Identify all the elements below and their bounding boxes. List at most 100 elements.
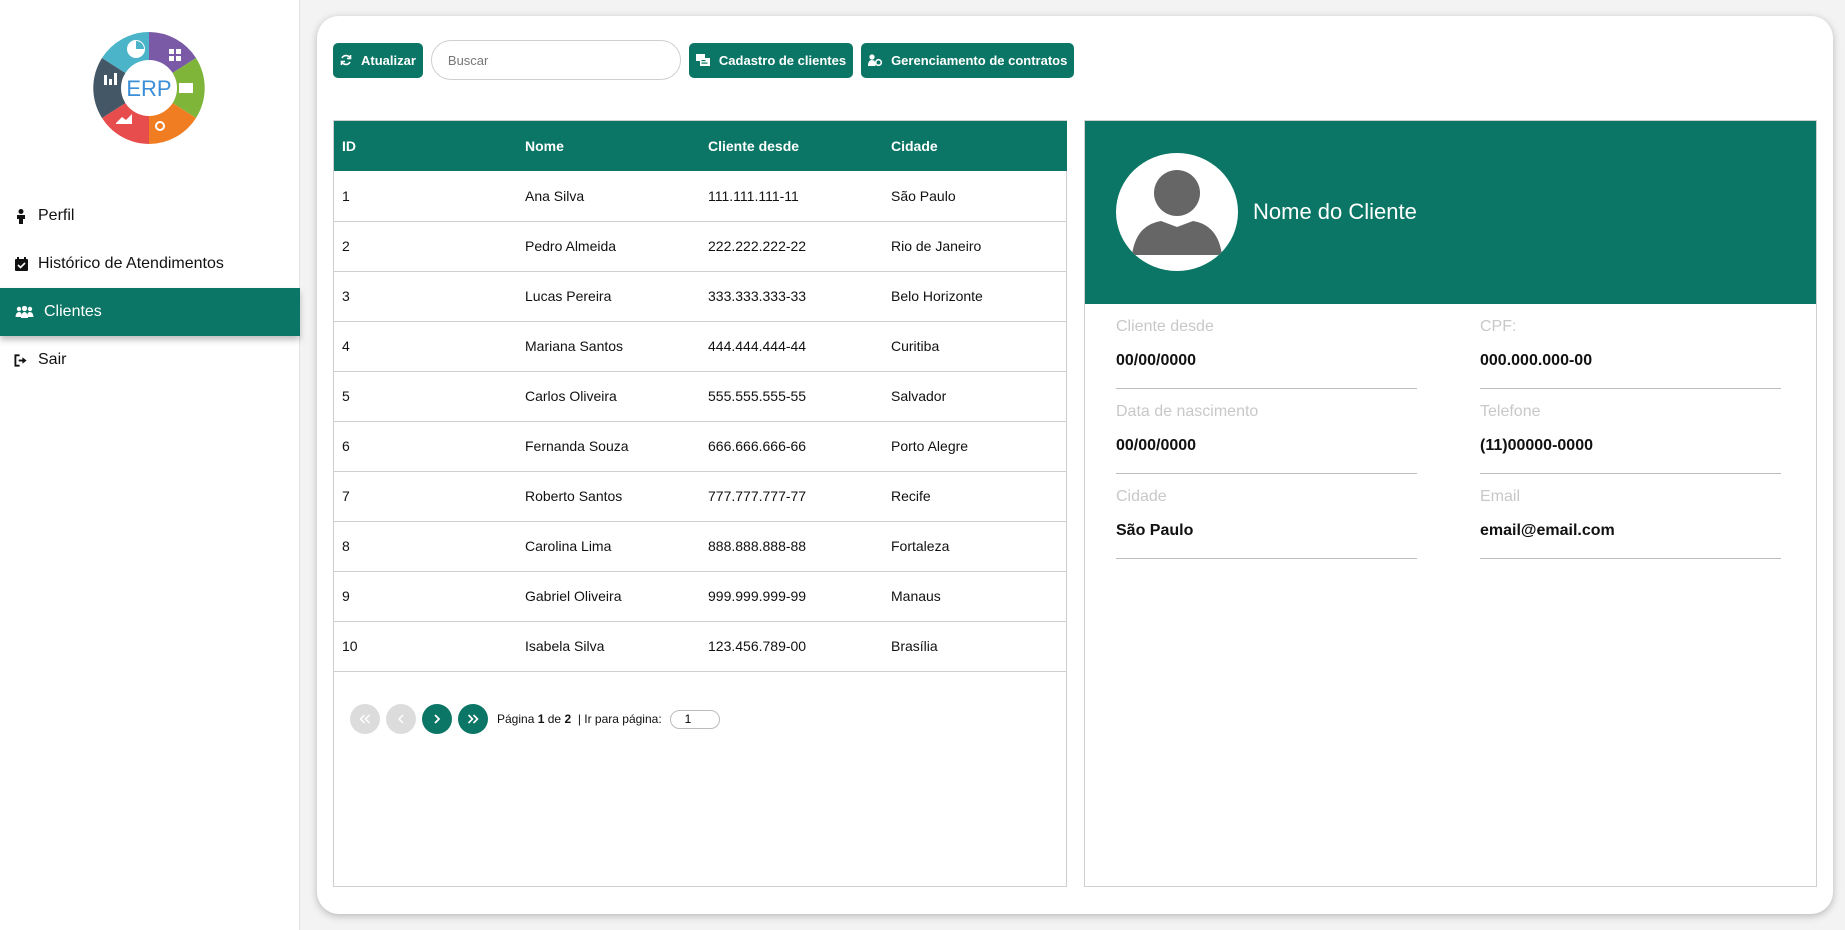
table-cell: Manaus: [883, 571, 1067, 622]
table-body: 1 Ana Silva 111.111.111-11 São Paulo 2 Pedro …: [334, 171, 1067, 672]
table-cell: São Paulo: [883, 171, 1067, 222]
field-email: Email email@email.com: [1480, 474, 1781, 559]
table-row[interactable]: 7 Roberto Santos 777.777.777-77 Recife: [334, 471, 1067, 522]
clients-table: ID Nome Cliente desde Cidade 1 Ana Silva 1…: [334, 121, 1067, 672]
table-cell: 123.456.789-00: [700, 621, 883, 672]
field-telefone: Telefone (11)00000-0000: [1480, 389, 1781, 474]
sidebar-item-label: Clientes: [44, 303, 102, 320]
table-cell: 555.555.555-55: [700, 371, 883, 422]
field-label: Data de nascimento: [1116, 403, 1259, 420]
chevron-right-icon: [434, 714, 441, 724]
sidebar-item-clientes[interactable]: Clientes: [0, 288, 300, 336]
table-row[interactable]: 2 Pedro Almeida 222.222.222-22 Rio de Janei…: [334, 221, 1067, 272]
current-page: 1: [537, 712, 545, 726]
field-label: Cliente desde: [1116, 318, 1214, 335]
table-cell: Lucas Pereira: [517, 271, 700, 322]
field-data-nascimento: Data de nascimento 00/00/0000: [1116, 389, 1417, 474]
goto-label: | Ir para página:: [577, 712, 662, 726]
table-cell: Curitiba: [883, 321, 1067, 372]
of-word: de: [547, 712, 562, 726]
table-cell: 1: [334, 171, 517, 222]
table-cell: 3: [334, 271, 517, 322]
address-card-icon: [695, 54, 710, 66]
next-page-button[interactable]: [422, 704, 452, 734]
table-row[interactable]: 9 Gabriel Oliveira 999.999.999-99 Manaus: [334, 571, 1067, 622]
register-clients-button[interactable]: Cadastro de clientes: [688, 42, 854, 78]
sign-out-icon: [14, 353, 28, 367]
total-pages: 2: [564, 712, 572, 726]
prev-page-button[interactable]: [386, 704, 416, 734]
sidebar-nav: Perfil Histórico de Atendimentos Cliente…: [0, 192, 300, 384]
table-cell: Recife: [883, 471, 1067, 522]
first-page-button[interactable]: [350, 704, 380, 734]
table-cell: 5: [334, 371, 517, 422]
last-page-button[interactable]: [458, 704, 488, 734]
users-icon: [14, 305, 34, 319]
sidebar: ERP Perfil Histórico de Atendimentos Cli…: [0, 0, 300, 930]
table-row[interactable]: 8 Carolina Lima 888.888.888-88 Fortaleza: [334, 521, 1067, 572]
table-cell: 10: [334, 621, 517, 672]
column-header-cidade[interactable]: Cidade: [883, 121, 1067, 171]
table-row[interactable]: 10 Isabela Silva 123.456.789-00 Brasília: [334, 621, 1067, 672]
sidebar-item-historico[interactable]: Histórico de Atendimentos: [0, 240, 300, 288]
client-name: Nome do Cliente: [1253, 199, 1417, 224]
user-gear-icon: [868, 54, 883, 66]
table-row[interactable]: 6 Fernanda Souza 666.666.666-66 Porto Alegr…: [334, 421, 1067, 472]
table-row[interactable]: 3 Lucas Pereira 333.333.333-33 Belo Horizon…: [334, 271, 1067, 322]
table-row[interactable]: 1 Ana Silva 111.111.111-11 São Paulo: [334, 171, 1067, 222]
chevron-left-icon: [397, 714, 404, 724]
refresh-button[interactable]: Atualizar: [333, 42, 423, 78]
field-value: São Paulo: [1116, 522, 1194, 539]
table-cell: Isabela Silva: [517, 621, 700, 672]
table-header-row: ID Nome Cliente desde Cidade: [334, 121, 1067, 171]
calendar-check-icon: [14, 257, 28, 271]
table-cell: 999.999.999-99: [700, 571, 883, 622]
table-row[interactable]: 4 Mariana Santos 444.444.444-44 Curitiba: [334, 321, 1067, 372]
field-value: (11)00000-0000: [1480, 437, 1593, 454]
field-cliente-desde: Cliente desde 00/00/0000: [1116, 304, 1417, 389]
table-row[interactable]: 5 Carlos Oliveira 555.555.555-55 Salvador: [334, 371, 1067, 422]
table-cell: Mariana Santos: [517, 321, 700, 372]
table-cell: 8: [334, 521, 517, 572]
table-cell: Carlos Oliveira: [517, 371, 700, 422]
column-header-cliente-desde[interactable]: Cliente desde: [700, 121, 883, 171]
table-cell: Fortaleza: [883, 521, 1067, 572]
contracts-label: Gerenciamento de contratos: [891, 52, 1068, 68]
sidebar-item-perfil[interactable]: Perfil: [0, 192, 300, 240]
toolbar: Atualizar Cadastro de clientes Gerenciam…: [333, 40, 1082, 80]
sidebar-item-sair[interactable]: Sair: [0, 336, 300, 384]
table-cell: 9: [334, 571, 517, 622]
erp-logo: ERP: [93, 32, 205, 144]
client-detail-panel: Nome do Cliente Cliente desde 00/00/0000…: [1084, 120, 1817, 887]
sidebar-item-label: Sair: [38, 351, 67, 368]
table-cell: Porto Alegre: [883, 421, 1067, 472]
column-header-id[interactable]: ID: [334, 121, 517, 171]
search-input[interactable]: [430, 40, 681, 80]
table-cell: 6: [334, 421, 517, 472]
field-label: Email: [1480, 488, 1521, 505]
contracts-button[interactable]: Gerenciamento de contratos: [861, 42, 1075, 78]
table-cell: 333.333.333-33: [700, 271, 883, 322]
field-cidade: Cidade São Paulo: [1116, 474, 1417, 559]
goto-page-input[interactable]: [669, 709, 720, 729]
column-header-nome[interactable]: Nome: [517, 121, 700, 171]
table-cell: 666.666.666-66: [700, 421, 883, 472]
field-value: 000.000.000-00: [1480, 352, 1593, 369]
table-cell: 444.444.444-44: [700, 321, 883, 372]
table-cell: Fernanda Souza: [517, 421, 700, 472]
table-cell: Salvador: [883, 371, 1067, 422]
field-value: email@email.com: [1480, 522, 1615, 539]
table-cell: Carolina Lima: [517, 521, 700, 572]
field-value: 00/00/0000: [1116, 352, 1197, 369]
table-cell: Gabriel Oliveira: [517, 571, 700, 622]
double-chevron-right-icon: [467, 714, 479, 724]
table-cell: Brasília: [883, 621, 1067, 672]
main-card: Atualizar Cadastro de clientes Gerenciam…: [317, 16, 1833, 914]
table-cell: Belo Horizonte: [883, 271, 1067, 322]
double-chevron-left-icon: [359, 714, 371, 724]
table-cell: 4: [334, 321, 517, 372]
table-cell: 888.888.888-88: [700, 521, 883, 572]
logo-text: ERP: [126, 76, 171, 101]
table-cell: Rio de Janeiro: [883, 221, 1067, 272]
pagination: Página 1 de 2 | Ir para página:: [350, 704, 720, 734]
